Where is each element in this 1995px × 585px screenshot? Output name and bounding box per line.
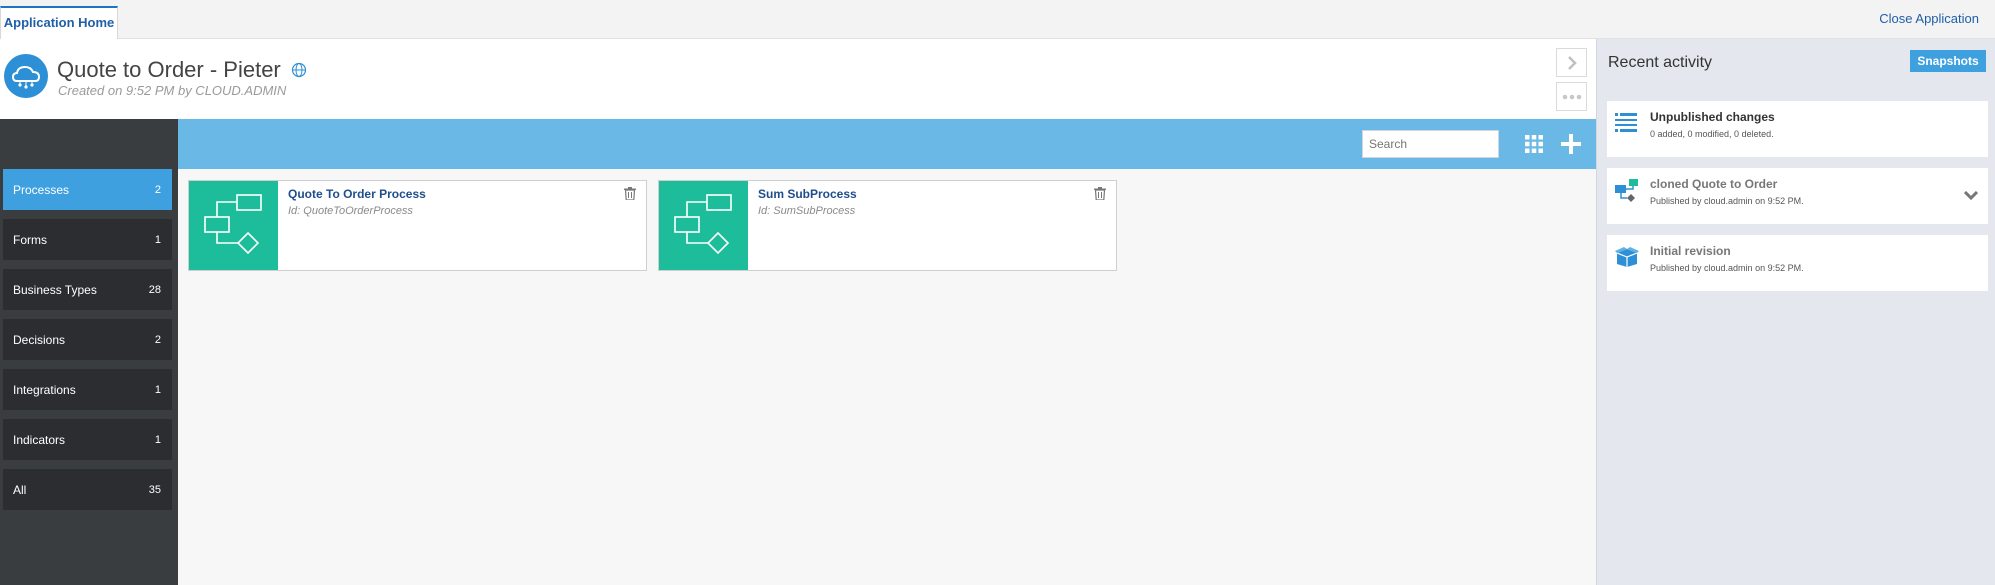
nav-item-label: Processes <box>13 182 70 197</box>
search-input[interactable] <box>1362 130 1499 158</box>
page-title: Quote to Order - Pieter <box>57 57 307 84</box>
process-card[interactable]: Quote To Order Process Id: QuoteToOrderP… <box>188 180 647 271</box>
recent-activity-panel: Recent activity Snapshots Unpublished ch… <box>1596 39 1995 585</box>
nav-item-forms[interactable]: Forms 1 <box>3 219 172 260</box>
nav-item-count: 1 <box>154 433 161 446</box>
tab-strip: Application Home Close Application <box>0 0 1995 39</box>
nav-item-integrations[interactable]: Integrations 1 <box>3 369 172 410</box>
activity-desc: Published by cloud.admin on 9:52 PM. <box>1650 196 1804 206</box>
nav-item-label: All <box>13 482 27 497</box>
activity-title: Initial revision <box>1650 244 1731 258</box>
nav-item-label: Business Types <box>13 282 97 297</box>
left-nav: Processes 2 Forms 1 Business Types 28 De… <box>0 119 178 585</box>
box-icon <box>1615 246 1639 273</box>
trash-icon[interactable] <box>624 187 636 205</box>
nav-item-all[interactable]: All 35 <box>3 469 172 510</box>
nav-item-label: Integrations <box>13 382 76 397</box>
activity-item[interactable]: Unpublished changes 0 added, 0 modified,… <box>1607 101 1988 157</box>
activity-title: Unpublished changes <box>1650 110 1775 124</box>
activity-desc: Published by cloud.admin on 9:52 PM. <box>1650 263 1804 273</box>
activity-item[interactable]: cloned Quote to Order Published by cloud… <box>1607 168 1988 224</box>
more-options-button[interactable] <box>1556 82 1587 111</box>
snapshots-button[interactable]: Snapshots <box>1910 50 1986 72</box>
app-header: Quote to Order - Pieter Created on 9:52 … <box>0 39 1596 119</box>
add-icon[interactable] <box>1561 134 1581 159</box>
nav-item-count: 2 <box>154 333 161 346</box>
app-title-text: Quote to Order - Pieter <box>57 57 281 82</box>
nav-item-processes[interactable]: Processes 2 <box>3 169 172 210</box>
activity-item[interactable]: Initial revision Published by cloud.admi… <box>1607 235 1988 291</box>
card-title[interactable]: Quote To Order Process <box>288 187 426 201</box>
nav-item-count: 28 <box>148 283 161 296</box>
tab-application-home[interactable]: Application Home <box>0 6 118 39</box>
nav-item-indicators[interactable]: Indicators 1 <box>3 419 172 460</box>
nav-item-count: 1 <box>154 383 161 396</box>
globe-icon[interactable] <box>291 58 307 84</box>
nav-item-label: Forms <box>13 232 47 247</box>
cloud-app-icon <box>4 54 48 98</box>
close-application-link[interactable]: Close Application <box>1879 11 1979 26</box>
process-card[interactable]: Sum SubProcess Id: SumSubProcess <box>658 180 1117 271</box>
nav-item-label: Indicators <box>13 432 66 447</box>
recent-activity-title: Recent activity <box>1608 54 1713 71</box>
process-diagram-icon <box>189 181 278 270</box>
card-title[interactable]: Sum SubProcess <box>758 187 857 201</box>
nav-item-decisions[interactable]: Decisions 2 <box>3 319 172 360</box>
nav-item-business-types[interactable]: Business Types 28 <box>3 269 172 310</box>
activity-desc: 0 added, 0 modified, 0 deleted. <box>1650 129 1774 139</box>
card-id: Id: QuoteToOrderProcess <box>288 205 413 217</box>
chevron-down-icon[interactable] <box>1963 188 1979 206</box>
nav-item-label: Decisions <box>13 332 66 347</box>
nav-item-count: 2 <box>154 183 161 196</box>
ellipsis-icon <box>1562 94 1581 99</box>
clone-icon <box>1615 179 1641 208</box>
app-subtitle: Created on 9:52 PM by CLOUD.ADMIN <box>58 83 287 98</box>
nav-item-count: 1 <box>154 233 161 246</box>
activity-title: cloned Quote to Order <box>1650 177 1778 191</box>
list-icon <box>1615 112 1637 139</box>
chevron-right-icon <box>1567 55 1577 70</box>
process-diagram-icon <box>659 181 748 270</box>
nav-item-count: 35 <box>148 483 161 496</box>
card-id: Id: SumSubProcess <box>758 205 856 217</box>
grid-view-icon[interactable] <box>1525 135 1543 158</box>
trash-icon[interactable] <box>1094 187 1106 205</box>
forward-button[interactable] <box>1556 48 1587 77</box>
